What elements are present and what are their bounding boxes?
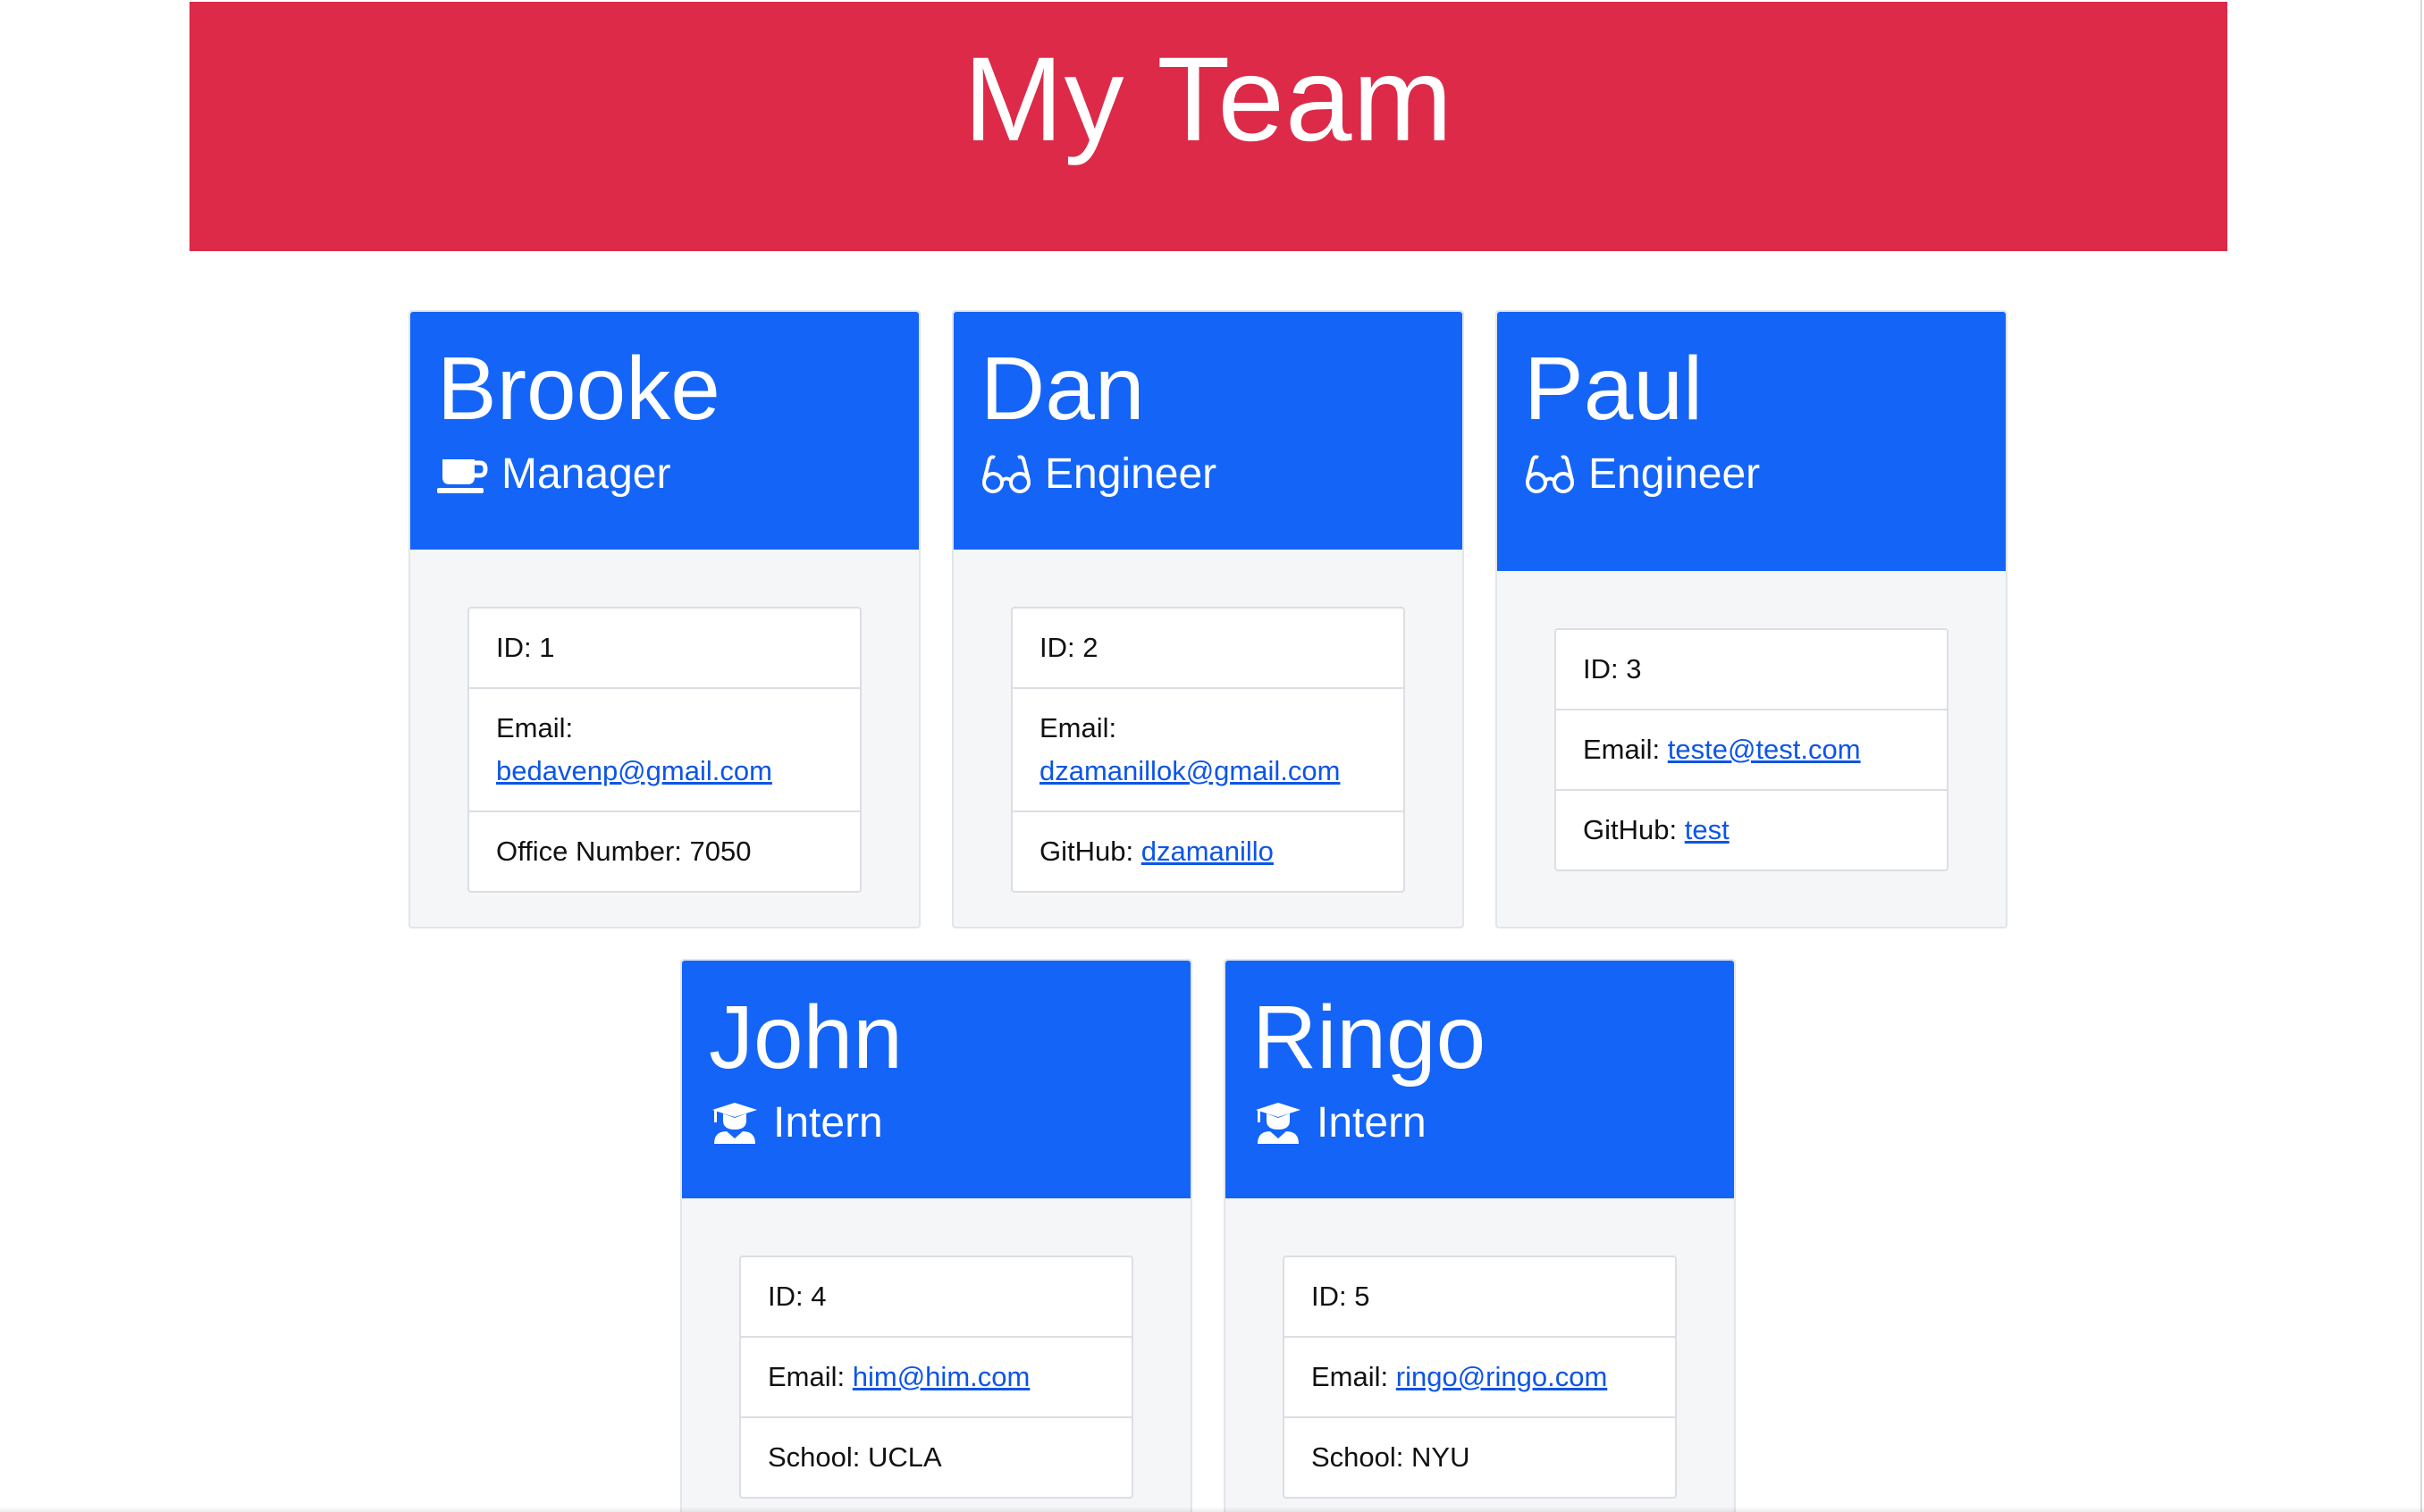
card-body: ID: 3 Email: teste@test.com GitHub: test [1497, 571, 2006, 928]
employee-id: ID: 5 [1284, 1257, 1675, 1338]
employee-name: Dan [981, 339, 1145, 439]
card-body: ID: 4 Email: him@him.com School: UCLA [682, 1198, 1191, 1512]
email-link[interactable]: bedavenp@gmail.com [496, 755, 772, 786]
card-header: Brooke Manager [410, 312, 919, 550]
employee-card-paul: Paul Engineer ID: 3 Email: teste@test.co… [1495, 310, 2007, 928]
window-edge [2420, 0, 2422, 1512]
role-label: Intern [1317, 1099, 1427, 1147]
employee-role: Engineer [1524, 448, 1979, 501]
glasses-icon [1526, 455, 1574, 493]
employee-details-list: ID: 5 Email: ringo@ringo.com School: NYU [1283, 1256, 1677, 1499]
card-body: ID: 2 Email: dzamanillok@gmail.com GitHu… [954, 550, 1462, 950]
card-header: John Intern [682, 961, 1191, 1198]
graduate-icon [712, 1103, 757, 1144]
card-body: ID: 5 Email: ringo@ringo.com School: NYU [1225, 1198, 1734, 1512]
github-label: GitHub: [1583, 814, 1678, 845]
school-row: School: UCLA [768, 1441, 942, 1473]
employee-card-brooke: Brooke Manager ID: 1 Email: bedavenp@gma… [408, 310, 921, 928]
employee-id: ID: 2 [1013, 609, 1403, 689]
glasses-icon [982, 455, 1031, 493]
employee-name: Paul [1524, 339, 1704, 439]
employee-email-row: Email: ringo@ringo.com [1284, 1338, 1675, 1418]
office-number: Office Number: 7050 [496, 836, 752, 867]
card-header: Dan Engineer [954, 312, 1462, 550]
card-header: Ringo Intern [1225, 961, 1734, 1198]
employee-email-row: Email: bedavenp@gmail.com [469, 689, 860, 812]
employee-details-list: ID: 1 Email: bedavenp@gmail.com Office N… [467, 607, 862, 893]
role-label: Manager [501, 450, 671, 498]
graduate-icon [1256, 1103, 1300, 1144]
role-label: Engineer [1045, 450, 1217, 498]
bottom-shadow [0, 1507, 2424, 1512]
email-label: Email: [1039, 712, 1117, 743]
email-label: Email: [1311, 1361, 1389, 1392]
employee-role: Manager [437, 448, 892, 501]
employee-name: John [709, 987, 903, 1088]
email-label: Email: [496, 712, 574, 743]
github-row: GitHub: dzamanillo [1013, 812, 1403, 891]
github-row: GitHub: test [1556, 791, 1947, 869]
card-header: Paul Engineer [1497, 312, 2006, 571]
employee-role: Intern [709, 1096, 1164, 1150]
role-label: Engineer [1588, 450, 1761, 498]
employee-id: ID: 1 [469, 609, 860, 689]
employee-card-dan: Dan Engineer ID: 2 Email: dzamanillok@gm… [952, 310, 1464, 928]
employee-name: Brooke [437, 339, 720, 439]
email-label: Email: [768, 1361, 846, 1392]
employee-details-list: ID: 2 Email: dzamanillok@gmail.com GitHu… [1011, 607, 1405, 893]
employee-id: ID: 3 [1556, 630, 1947, 710]
card-body: ID: 1 Email: bedavenp@gmail.com Office N… [410, 550, 919, 950]
school-row: School: NYU [1311, 1441, 1470, 1473]
email-label: Email: [1583, 734, 1661, 765]
github-link[interactable]: dzamanillo [1141, 836, 1274, 867]
employee-email-row: Email: teste@test.com [1556, 710, 1947, 791]
role-label: Intern [773, 1099, 883, 1147]
employee-email-row: Email: him@him.com [741, 1338, 1132, 1418]
employee-role: Engineer [981, 448, 1435, 501]
employee-details-list: ID: 4 Email: him@him.com School: UCLA [739, 1256, 1133, 1499]
employee-card-john: John Intern ID: 4 Email: him@him.com Sch… [680, 959, 1192, 1512]
email-link[interactable]: dzamanillok@gmail.com [1039, 755, 1340, 786]
page-title: My Team [963, 33, 1454, 166]
employee-name: Ringo [1252, 987, 1486, 1088]
employee-role: Intern [1252, 1096, 1707, 1150]
email-link[interactable]: him@him.com [853, 1361, 1031, 1392]
github-link[interactable]: test [1685, 814, 1730, 845]
employee-details-list: ID: 3 Email: teste@test.com GitHub: test [1554, 628, 1948, 871]
mug-icon [437, 459, 488, 493]
employee-card-ringo: Ringo Intern ID: 5 Email: ringo@ringo.co… [1224, 959, 1736, 1512]
employee-id: ID: 4 [741, 1257, 1132, 1338]
team-header-banner: My Team [189, 2, 2227, 251]
email-link[interactable]: ringo@ringo.com [1396, 1361, 1608, 1392]
page: My Team Brooke Manager ID: 1 Email: beda… [0, 0, 2424, 1512]
employee-email-row: Email: dzamanillok@gmail.com [1013, 689, 1403, 812]
github-label: GitHub: [1039, 836, 1134, 867]
email-link[interactable]: teste@test.com [1668, 734, 1861, 765]
